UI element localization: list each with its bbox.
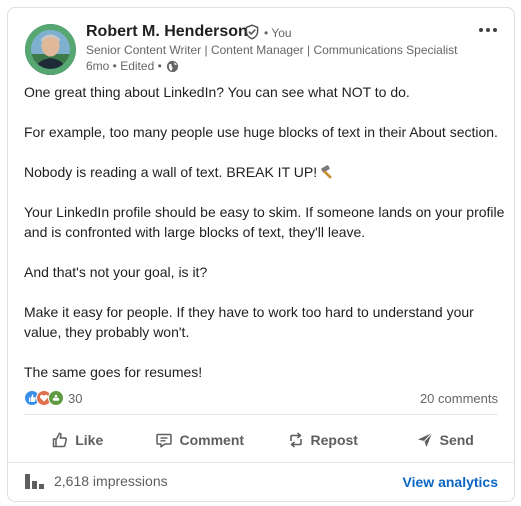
- post-paragraph-text: Nobody is reading a wall of text. BREAK …: [24, 164, 318, 180]
- post-action-bar: Like Comment Repost Send: [16, 422, 506, 458]
- divider: [24, 414, 498, 415]
- impressions-count: 2,618 impressions: [54, 473, 168, 489]
- more-horizontal-icon: [479, 28, 497, 32]
- send-button[interactable]: Send: [384, 422, 507, 458]
- verified-shield-icon: [245, 24, 259, 40]
- post-paragraph: And that's not your goal, is it?: [24, 264, 208, 280]
- send-label: Send: [439, 432, 474, 448]
- feed-post-card: Robert M. Henderson • You Senior Content…: [7, 7, 515, 502]
- post-paragraph: Your LinkedIn profile should be easy to …: [24, 204, 505, 240]
- thumbs-up-icon: [52, 432, 68, 448]
- repost-label: Repost: [310, 432, 358, 448]
- globe-icon: [166, 60, 178, 72]
- view-analytics-link[interactable]: View analytics: [403, 474, 498, 490]
- post-paragraph: The same goes for resumes!: [24, 364, 203, 380]
- avatar-photo: [25, 24, 76, 75]
- like-button[interactable]: Like: [16, 422, 139, 458]
- post-timestamp: 6mo • Edited •: [86, 59, 162, 73]
- comment-bubble-icon: [156, 433, 173, 448]
- reaction-count: 30: [68, 390, 83, 406]
- send-plane-icon: [417, 432, 432, 447]
- repost-button[interactable]: Repost: [261, 422, 384, 458]
- you-label: • You: [264, 26, 292, 40]
- author-avatar[interactable]: [25, 24, 76, 75]
- post-body: One great thing about LinkedIn? You can …: [24, 82, 510, 382]
- author-headline: Senior Content Writer | Content Manager …: [86, 43, 458, 57]
- hammer-emoji-icon: [321, 165, 332, 179]
- post-paragraph: Nobody is reading a wall of text. BREAK …: [24, 162, 510, 182]
- repost-arrows-icon: [289, 432, 302, 448]
- impressions-stat: 2,618 impressions: [24, 472, 168, 490]
- comment-button[interactable]: Comment: [139, 422, 262, 458]
- post-paragraph: Make it easy for people. If they have to…: [24, 304, 474, 340]
- post-meta: 6mo • Edited •: [86, 59, 179, 73]
- comment-label: Comment: [179, 432, 245, 448]
- divider: [8, 462, 514, 463]
- author-name[interactable]: Robert M. Henderson: [86, 23, 248, 41]
- more-options-button[interactable]: [474, 20, 502, 40]
- post-paragraph: One great thing about LinkedIn? You can …: [24, 84, 410, 100]
- post-paragraph: For example, too many people use huge bl…: [24, 124, 498, 140]
- reactions-summary[interactable]: 30: [24, 390, 82, 406]
- like-label: Like: [75, 432, 104, 448]
- support-reaction-icon: [48, 390, 64, 406]
- comments-count-link[interactable]: 20 comments: [420, 391, 498, 406]
- bar-chart-icon: [25, 474, 44, 489]
